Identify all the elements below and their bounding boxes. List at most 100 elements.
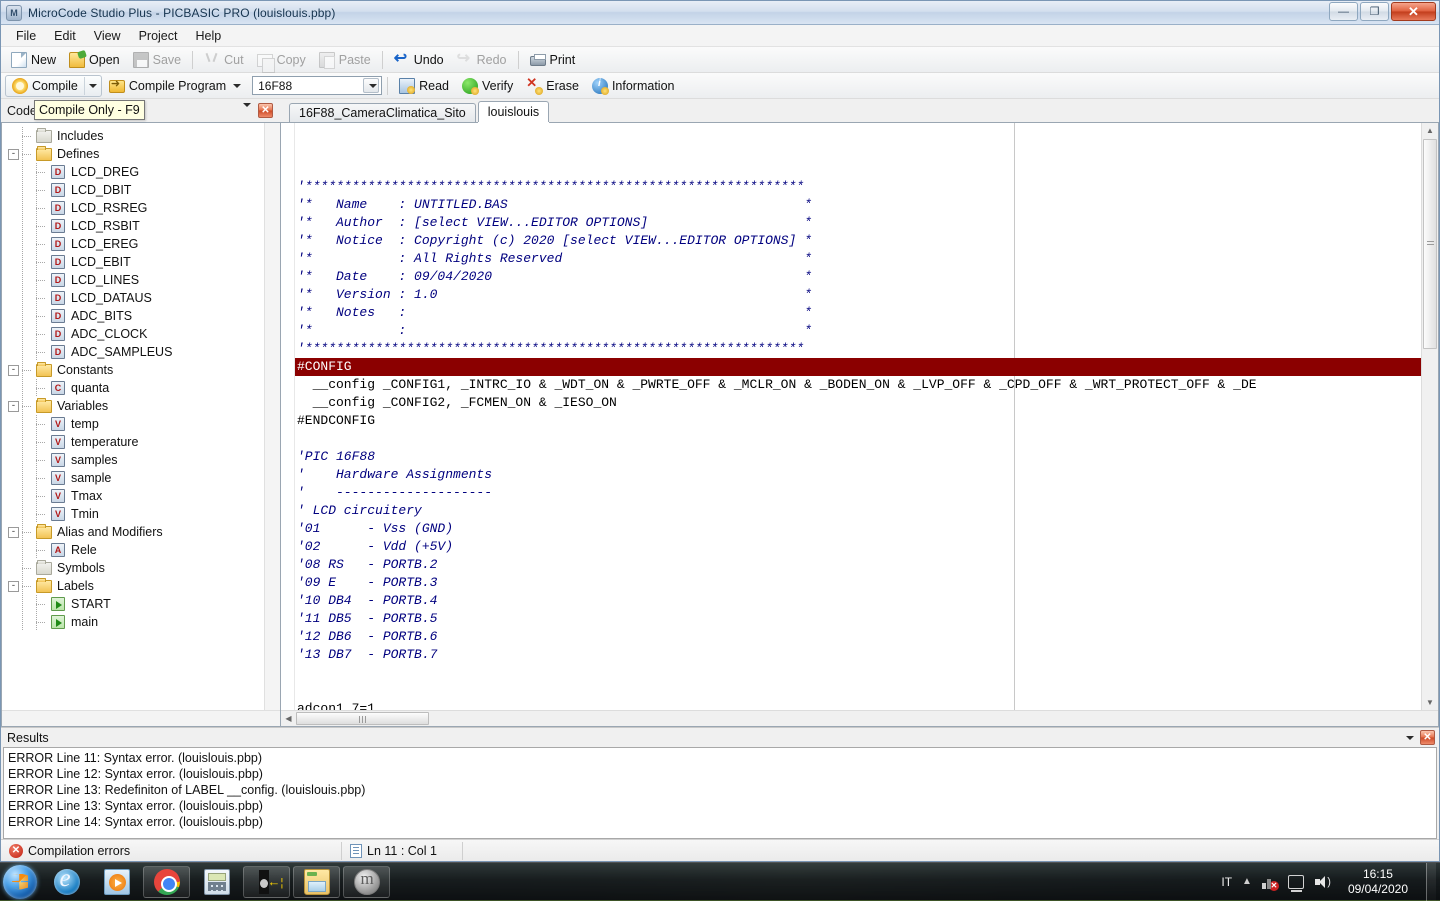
vertical-scroll-thumb[interactable] [1423, 139, 1437, 349]
code-text-area[interactable]: '***************************************… [295, 123, 1421, 710]
results-row[interactable]: ERROR Line 13: Redefiniton of LABEL __co… [8, 782, 1436, 798]
tree-item-constants[interactable]: -Constants [2, 361, 280, 379]
verify-button[interactable]: Verify [456, 76, 519, 96]
code-explorer-dropdown[interactable] [240, 107, 251, 121]
tab-louislouis[interactable]: louislouis [478, 101, 549, 122]
compile-button[interactable]: Compile [6, 76, 84, 96]
results-row[interactable]: ERROR Line 11: Syntax error. (louislouis… [8, 750, 1436, 766]
compile-split-button[interactable]: Compile [5, 75, 102, 97]
menu-project[interactable]: Project [130, 27, 187, 45]
tree-item-adc-clock[interactable]: DADC_CLOCK [2, 325, 280, 343]
tree-item-lcd-rsreg[interactable]: DLCD_RSREG [2, 199, 280, 217]
menu-edit[interactable]: Edit [45, 27, 85, 45]
tree-item-lcd-rsbit[interactable]: DLCD_RSBIT [2, 217, 280, 235]
volume-icon[interactable]: ) [1314, 875, 1330, 889]
show-desktop-button[interactable] [1426, 863, 1436, 901]
compile-dropdown-button[interactable] [84, 77, 101, 95]
tab-16F88-CameraClimatica-Sito[interactable]: 16F88_CameraClimatica_Sito [289, 103, 476, 122]
tree-item-tmax[interactable]: VTmax [2, 487, 280, 505]
taskbar-item-google-chrome[interactable] [143, 866, 190, 898]
device-select[interactable]: 16F88 [252, 76, 382, 95]
menu-help[interactable]: Help [186, 27, 230, 45]
start-button[interactable] [3, 865, 37, 899]
copy-button[interactable]: Copy [251, 51, 312, 69]
save-button[interactable]: Save [127, 50, 188, 70]
tree-item-lcd-dbit[interactable]: DLCD_DBIT [2, 181, 280, 199]
tree-item-symbols[interactable]: Symbols [2, 559, 280, 577]
chevron-up-icon[interactable]: ▲ [1242, 876, 1252, 887]
scroll-up-arrow[interactable]: ▲ [1423, 123, 1438, 138]
open-button[interactable]: Open [63, 50, 126, 70]
minimize-button[interactable]: — [1329, 2, 1358, 21]
tree-expander[interactable]: - [8, 365, 19, 376]
tree-item-includes[interactable]: Includes [2, 127, 280, 145]
tree-item-adc-sampleus[interactable]: DADC_SAMPLEUS [2, 343, 280, 361]
new-button[interactable]: New [5, 50, 62, 70]
read-button[interactable]: Read [393, 76, 455, 96]
redo-button[interactable]: Redo [451, 50, 513, 70]
tree-expander[interactable]: - [8, 527, 19, 538]
results-row[interactable]: ERROR Line 14: Syntax error. (louislouis… [8, 814, 1436, 830]
editor-horizontal-scrollbar[interactable]: ◀ [281, 710, 1438, 726]
code-explorer-close-button[interactable]: ✕ [258, 103, 273, 118]
tree-item-adc-bits[interactable]: DADC_BITS [2, 307, 280, 325]
tree-item-tmin[interactable]: VTmin [2, 505, 280, 523]
tree-item-variables[interactable]: -Variables [2, 397, 280, 415]
tree-item-rele[interactable]: ARele [2, 541, 280, 559]
close-button[interactable]: ✕ [1391, 2, 1436, 21]
tray-language[interactable]: IT [1221, 875, 1232, 889]
tree-item-temperature[interactable]: Vtemperature [2, 433, 280, 451]
compile-tooltip: Compile Only - F9 [34, 100, 145, 120]
display-icon[interactable] [1288, 875, 1304, 889]
taskbar-clock[interactable]: 16:15 09/04/2020 [1340, 867, 1416, 897]
sidebar-vertical-scrollbar[interactable] [264, 123, 280, 726]
menu-view[interactable]: View [85, 27, 130, 45]
tree-item-lcd-ebit[interactable]: DLCD_EBIT [2, 253, 280, 271]
cut-button[interactable]: Cut [198, 50, 249, 70]
results-header-buttons: ✕ [1403, 730, 1435, 745]
tree-expander[interactable]: - [8, 401, 19, 412]
tree-item-defines[interactable]: -Defines [2, 145, 280, 163]
tree-item-temp[interactable]: Vtemp [2, 415, 280, 433]
tree-item-start[interactable]: START [2, 595, 280, 613]
print-button[interactable]: Print [524, 51, 582, 69]
maximize-button[interactable]: ❐ [1360, 2, 1389, 21]
tree-item-lcd-dreg[interactable]: DLCD_DREG [2, 163, 280, 181]
tree-item-lcd-ereg[interactable]: DLCD_EREG [2, 235, 280, 253]
information-button[interactable]: Information [586, 76, 681, 96]
tree-expander[interactable]: - [8, 149, 19, 160]
network-error-icon[interactable]: ✕ [1262, 875, 1278, 889]
tree-item-alias-and-modifiers[interactable]: -Alias and Modifiers [2, 523, 280, 541]
tree-expander[interactable]: - [8, 581, 19, 592]
tree-item-lcd-dataus[interactable]: DLCD_DATAUS [2, 289, 280, 307]
scroll-down-arrow[interactable]: ▼ [1423, 695, 1438, 710]
tree-item-lcd-lines[interactable]: DLCD_LINES [2, 271, 280, 289]
undo-button[interactable]: Undo [388, 50, 450, 70]
compile-program-button[interactable]: Compile Program [103, 76, 247, 95]
tree-item-quanta[interactable]: Cquanta [2, 379, 280, 397]
horizontal-scroll-thumb[interactable] [296, 712, 429, 725]
tree-item-main[interactable]: main [2, 613, 280, 631]
editor-vertical-scrollbar[interactable]: ▲ ▼ [1421, 123, 1438, 710]
results-row[interactable]: ERROR Line 13: Syntax error. (louislouis… [8, 798, 1436, 814]
chevron-down-icon[interactable] [1406, 736, 1414, 740]
tree-item-sample[interactable]: Vsample [2, 469, 280, 487]
results-close-button[interactable]: ✕ [1420, 730, 1435, 745]
results-list[interactable]: ERROR Line 11: Syntax error. (louislouis… [3, 747, 1437, 839]
taskbar-item-programmer-app[interactable]: ←¦ [243, 866, 290, 898]
erase-button[interactable]: Erase [520, 76, 585, 96]
taskbar-item-windows-explorer[interactable] [293, 866, 340, 898]
tree-item-samples[interactable]: Vsamples [2, 451, 280, 469]
taskbar-item-internet-explorer[interactable] [43, 866, 90, 898]
tree-item-labels[interactable]: -Labels [2, 577, 280, 595]
scroll-left-arrow[interactable]: ◀ [281, 711, 296, 726]
taskbar-item-microcode-studio[interactable] [343, 866, 390, 898]
device-select-arrow[interactable] [363, 78, 379, 93]
menu-file[interactable]: File [7, 27, 45, 45]
tree-connector [22, 145, 36, 163]
results-row[interactable]: ERROR Line 12: Syntax error. (louislouis… [8, 766, 1436, 782]
sidebar-horizontal-scrollbar[interactable] [2, 710, 280, 726]
taskbar-item-calculator[interactable] [193, 866, 240, 898]
paste-button[interactable]: Paste [313, 50, 377, 70]
taskbar-item-windows-media-player[interactable] [93, 866, 140, 898]
